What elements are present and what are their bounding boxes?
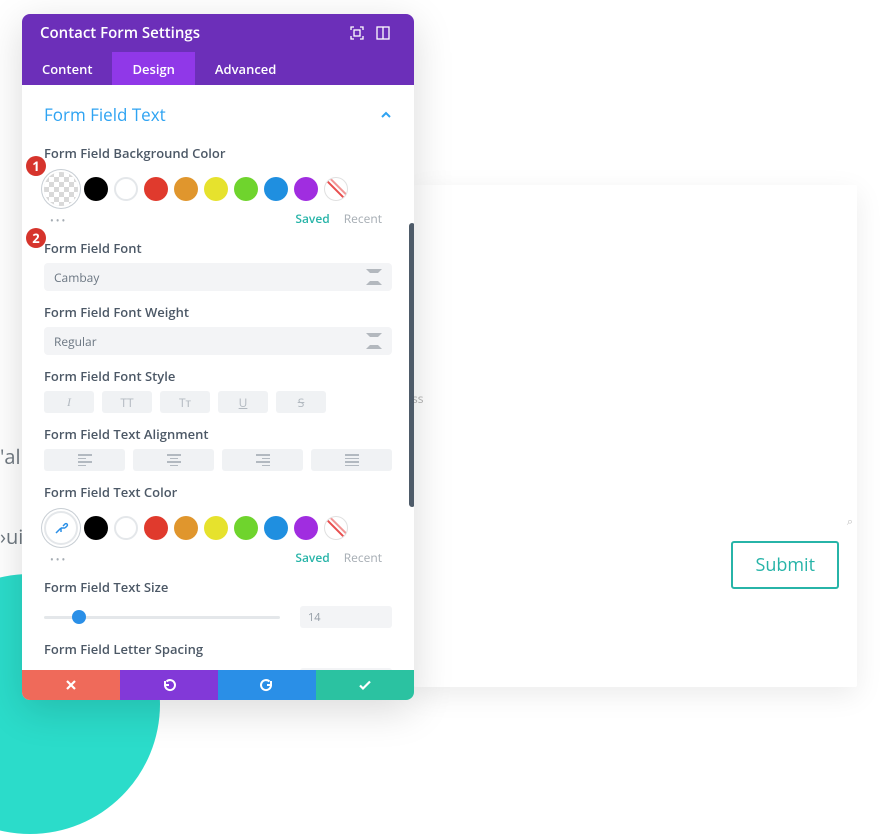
strikethrough-button[interactable]: S — [276, 391, 326, 413]
form-preview-card: ⌕ Submit — [414, 185, 857, 687]
panel-body: Form Field Text Form Field Background Co… — [22, 85, 414, 670]
panel-header[interactable]: Contact Form Settings — [22, 14, 414, 52]
align-left-icon — [78, 454, 92, 466]
swatch-red[interactable] — [144, 516, 168, 540]
text-color-swatches — [22, 507, 414, 545]
uppercase-button[interactable]: TT — [102, 391, 152, 413]
panel-footer — [22, 670, 414, 700]
color-tab-recent[interactable]: Recent — [344, 210, 382, 227]
tab-bar: Content Design Advanced — [22, 52, 414, 85]
eyedropper-button[interactable] — [44, 511, 78, 545]
italic-icon: I — [67, 395, 71, 410]
swatch-green[interactable] — [234, 516, 258, 540]
swatch-white[interactable] — [114, 177, 138, 201]
smallcaps-icon: Tᴛ — [179, 394, 191, 411]
align-left-button[interactable] — [44, 449, 125, 471]
swatch-none[interactable] — [324, 516, 348, 540]
tab-content[interactable]: Content — [22, 52, 112, 85]
italic-button[interactable]: I — [44, 391, 94, 413]
font-weight-select[interactable]: Regular — [44, 327, 392, 355]
text-size-slider[interactable] — [44, 616, 280, 619]
align-center-button[interactable] — [133, 449, 214, 471]
font-select-value: Cambay — [54, 269, 99, 286]
submit-button[interactable]: Submit — [731, 541, 839, 589]
label-letter-spacing: Form Field Letter Spacing — [22, 628, 414, 664]
label-bg-color: Form Field Background Color — [22, 132, 414, 168]
slider-knob[interactable] — [72, 610, 86, 624]
redo-button[interactable] — [218, 670, 316, 700]
section-title: Form Field Text — [44, 103, 166, 126]
annotation-badge-2: 2 — [26, 228, 46, 248]
swatch-orange[interactable] — [174, 177, 198, 201]
chevron-up-icon — [380, 103, 392, 126]
swatch-white[interactable] — [114, 516, 138, 540]
swatch-none[interactable] — [324, 177, 348, 201]
align-justify-button[interactable] — [311, 449, 392, 471]
bg-color-swatches — [22, 168, 414, 206]
label-text-color: Form Field Text Color — [22, 471, 414, 507]
swatch-purple[interactable] — [294, 177, 318, 201]
swatch-yellow[interactable] — [204, 177, 228, 201]
font-style-group: I TT Tᴛ U S — [22, 391, 414, 413]
label-font: Form Field Font — [22, 227, 414, 263]
swatch-black[interactable] — [84, 177, 108, 201]
settings-panel: Contact Form Settings Content Design Adv… — [22, 14, 414, 700]
smallcaps-button[interactable]: Tᴛ — [160, 391, 210, 413]
align-right-icon — [256, 454, 270, 466]
color-tab-saved[interactable]: Saved — [295, 549, 329, 566]
scrollbar[interactable] — [409, 223, 414, 507]
align-center-icon — [167, 454, 181, 466]
color-tab-saved[interactable]: Saved — [295, 210, 329, 227]
label-font-style: Form Field Font Style — [22, 355, 414, 391]
swatch-orange[interactable] — [174, 516, 198, 540]
undo-button[interactable] — [120, 670, 218, 700]
label-text-align: Form Field Text Alignment — [22, 413, 414, 449]
confirm-button[interactable] — [316, 670, 414, 700]
label-text-size: Form Field Text Size — [22, 566, 414, 602]
swatch-red[interactable] — [144, 177, 168, 201]
swatch-green[interactable] — [234, 177, 258, 201]
more-colors-button[interactable]: ••• — [22, 207, 67, 227]
annotation-badge-1: 1 — [26, 156, 46, 176]
strikethrough-icon: S — [298, 394, 305, 411]
tab-design[interactable]: Design — [112, 52, 194, 85]
swatch-transparent[interactable] — [44, 172, 78, 206]
more-colors-button[interactable]: ••• — [22, 546, 67, 566]
section-toggle[interactable]: Form Field Text — [22, 85, 414, 132]
text-size-value[interactable]: 14 — [300, 606, 392, 628]
cancel-button[interactable] — [22, 670, 120, 700]
color-tab-recent[interactable]: Recent — [344, 549, 382, 566]
swatch-yellow[interactable] — [204, 516, 228, 540]
swatch-black[interactable] — [84, 516, 108, 540]
textarea-resize-grip[interactable]: ⌕ — [847, 514, 853, 529]
snap-icon[interactable] — [370, 20, 396, 46]
underline-button[interactable]: U — [218, 391, 268, 413]
swatch-purple[interactable] — [294, 516, 318, 540]
tab-advanced[interactable]: Advanced — [195, 52, 296, 85]
swatch-blue[interactable] — [264, 177, 288, 201]
label-font-weight: Form Field Font Weight — [22, 291, 414, 327]
align-justify-icon — [345, 454, 359, 466]
align-right-button[interactable] — [222, 449, 303, 471]
uppercase-icon: TT — [120, 394, 133, 411]
font-select[interactable]: Cambay — [44, 263, 392, 291]
swatch-blue[interactable] — [264, 516, 288, 540]
underline-icon: U — [239, 394, 248, 411]
expand-icon[interactable] — [344, 20, 370, 46]
font-weight-value: Regular — [54, 333, 97, 350]
letter-spacing-value[interactable]: 0px — [300, 668, 392, 670]
panel-title: Contact Form Settings — [40, 23, 200, 43]
text-align-group — [22, 449, 414, 471]
